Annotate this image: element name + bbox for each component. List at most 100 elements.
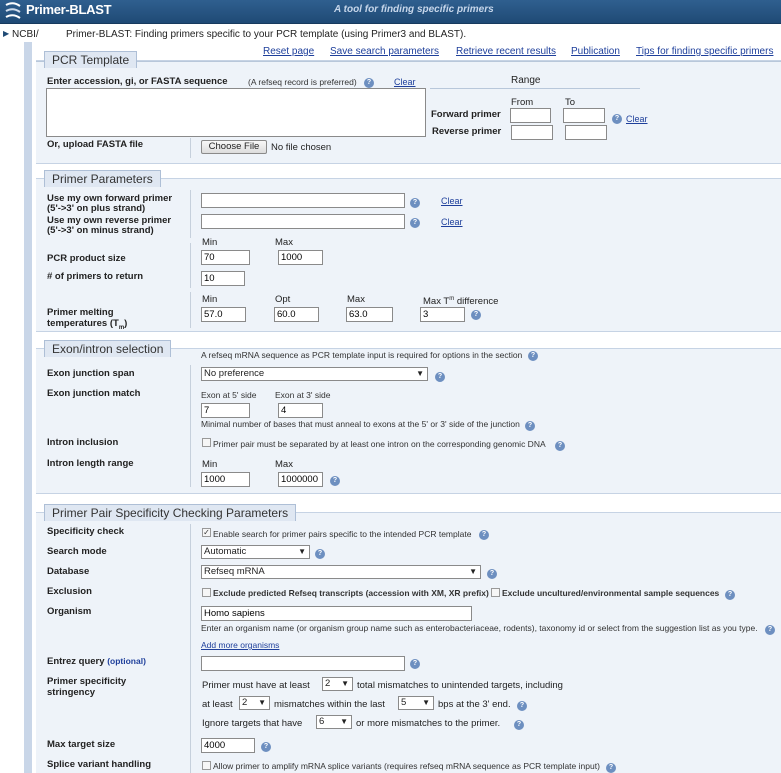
help-icon[interactable]: ? [410,218,420,228]
exon-5-side-label: Exon at 5' side [201,390,257,400]
publication-link[interactable]: Publication [571,46,620,57]
help-icon[interactable]: ? [315,549,325,559]
exon-3-side-label: Exon at 3' side [275,390,331,400]
product-min-input[interactable]: 70 [201,250,250,265]
ignore-targets-select[interactable]: 6 ▼ [316,715,352,729]
last-bps-select[interactable]: 5 ▼ [398,696,434,710]
exclude-predicted-checkbox[interactable] [202,588,211,597]
splice-variant-label: Splice variant handling [47,759,151,770]
enter-sequence-note: (A refseq record is preferred) [248,77,357,87]
stringency-sublabel: stringency [47,687,96,698]
organism-input[interactable]: Homo sapiens [201,606,472,621]
stringency-label: Primer specificity [47,676,127,687]
exon-3-side-input[interactable]: 4 [278,403,323,418]
intron-min-input[interactable]: 1000 [201,472,250,487]
primer-parameters-title: Primer Parameters [44,170,161,187]
help-icon[interactable]: ? [261,742,271,752]
intron-max-input[interactable]: 1000000 [278,472,323,487]
intron-inclusion-checkbox[interactable] [202,438,211,447]
help-icon[interactable]: ? [555,441,565,451]
left-stripe [24,42,32,773]
exon-junction-span-select[interactable]: No preference ▼ [201,367,428,381]
dropdown-arrow-icon: ▼ [469,567,477,576]
breadcrumb-arrow-icon: ▶ [3,29,10,38]
exclusion-label: Exclusion [47,586,92,597]
total-mismatches-select[interactable]: 2 ▼ [322,677,353,691]
help-icon[interactable]: ? [517,701,527,711]
tm-min-input[interactable]: 57.0 [201,307,246,322]
help-icon[interactable]: ? [330,476,340,486]
stringency-line2-a: at least [202,699,233,710]
forward-from-input[interactable] [510,108,551,123]
database-select[interactable]: Refseq mRNA ▼ [201,565,481,579]
dropdown-arrow-icon: ▼ [340,717,348,726]
num-primers-input[interactable]: 10 [201,271,245,286]
exclude-predicted-text: Exclude predicted Refseq transcripts (ac… [213,588,489,598]
help-icon[interactable]: ? [410,659,420,669]
search-mode-select[interactable]: Automatic ▼ [201,545,310,559]
intron-inclusion-label: Intron inclusion [47,437,119,448]
dropdown-arrow-icon: ▼ [422,698,430,707]
product-max-input[interactable]: 1000 [278,250,323,265]
tm-diff-input[interactable]: 3 [420,307,465,322]
entrez-query-input[interactable] [201,656,405,671]
enter-sequence-label: Enter accession, gi, or FASTA sequence [47,76,228,87]
reverse-from-input[interactable] [511,125,553,140]
tm-opt-input[interactable]: 60.0 [274,307,319,322]
exclude-uncultured-checkbox[interactable] [491,588,500,597]
clear-reverse-primer-link[interactable]: Clear [441,217,463,227]
upload-fasta-label: Or, upload FASTA file [47,139,144,150]
help-icon[interactable]: ? [487,569,497,579]
help-icon[interactable]: ? [612,114,622,124]
intron-length-range-label: Intron length range [47,458,134,469]
tips-link[interactable]: Tips for finding specific primers [636,46,773,57]
exon-intron-title: Exon/intron selection [44,340,172,357]
help-icon[interactable]: ? [410,198,420,208]
help-icon[interactable]: ? [525,421,535,431]
add-more-organisms-link[interactable]: Add more organisms [201,640,279,650]
help-icon[interactable]: ? [528,351,538,361]
specificity-check-checkbox[interactable]: ✓ [202,528,211,537]
tm-max-input[interactable]: 63.0 [346,307,393,322]
clear-sequence-link[interactable]: Clear [394,77,416,87]
exon-5-side-input[interactable]: 7 [201,403,250,418]
max-target-size-input[interactable]: 4000 [201,738,255,753]
help-icon[interactable]: ? [364,78,374,88]
intron-min-label: Min [202,459,218,470]
database-label: Database [47,566,90,577]
retrieve-recent-results-link[interactable]: Retrieve recent results [456,46,556,57]
clear-range-link[interactable]: Clear [626,114,648,124]
help-icon[interactable]: ? [471,310,481,320]
reverse-to-input[interactable] [565,125,607,140]
breadcrumb-text: Primer-BLAST: Finding primers specific t… [66,29,467,40]
help-icon[interactable]: ? [765,625,775,635]
specificity-check-text: Enable search for primer pairs specific … [213,529,472,539]
forward-primer-range-label: Forward primer [431,109,501,120]
help-icon[interactable]: ? [514,720,524,730]
tm-min-label: Min [202,294,218,305]
pcr-template-title: PCR Template [44,51,138,68]
mismatches-3end-select[interactable]: 2 ▼ [239,696,270,710]
sequence-textarea[interactable] [46,88,426,137]
melting-temp-label: Primer melting [47,307,114,318]
help-icon[interactable]: ? [606,763,616,773]
organism-note: Enter an organism name (or organism grou… [201,623,758,633]
own-reverse-primer-input[interactable] [201,214,405,229]
exon-match-note: Minimal number of bases that must anneal… [201,419,520,429]
splice-variant-checkbox[interactable] [202,761,211,770]
help-icon[interactable]: ? [479,530,489,540]
range-to-label: To [565,97,576,108]
reset-page-link[interactable]: Reset page [263,46,314,57]
choose-file-button[interactable]: Choose File [201,140,267,154]
help-icon[interactable]: ? [435,372,445,382]
breadcrumb: ▶ NCBI/ Primer-BLAST: Finding primers sp… [0,26,781,42]
forward-to-input[interactable] [563,108,605,123]
save-search-parameters-link[interactable]: Save search parameters [330,46,439,57]
entrez-query-label: Entrez query (optional) [47,656,146,667]
ncbi-link[interactable]: NCBI/ [12,29,39,40]
specificity-title: Primer Pair Specificity Checking Paramet… [44,504,297,521]
clear-forward-primer-link[interactable]: Clear [441,196,463,206]
stringency-line1-a: Primer must have at least [202,680,310,691]
own-forward-primer-input[interactable] [201,193,405,208]
help-icon[interactable]: ? [725,590,735,600]
